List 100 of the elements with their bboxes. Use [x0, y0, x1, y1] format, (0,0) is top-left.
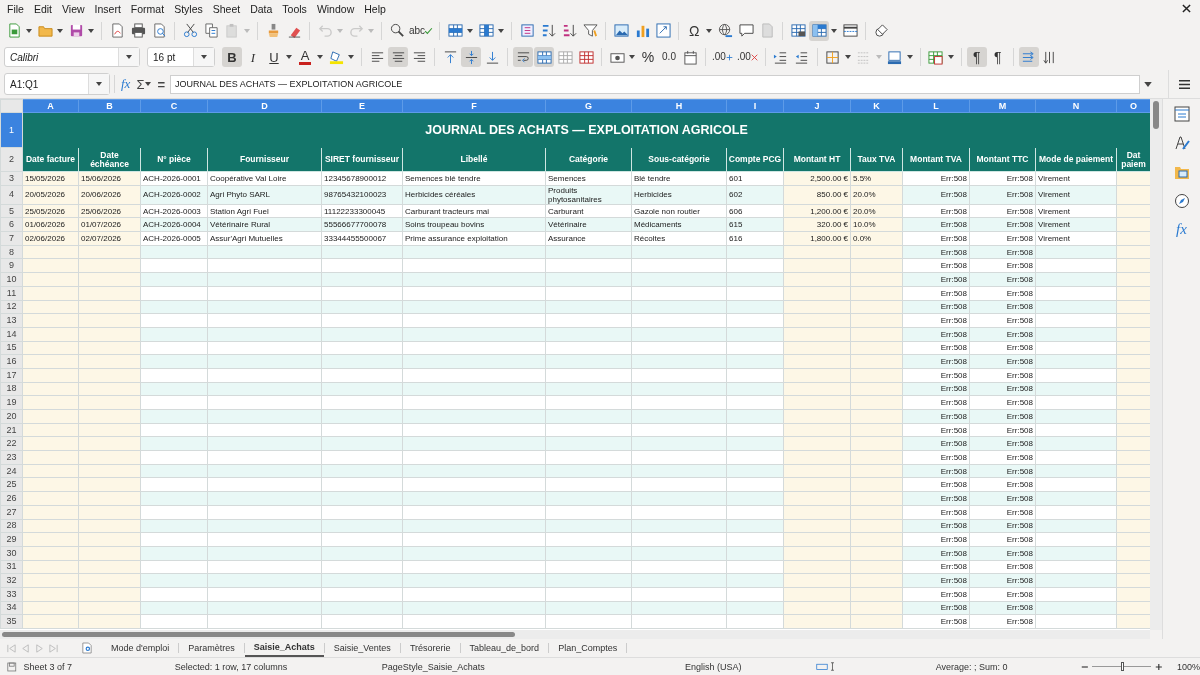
- special-character-button[interactable]: Ω: [684, 20, 705, 41]
- percent-button[interactable]: %: [638, 47, 658, 67]
- text-direction-icon[interactable]: [1018, 47, 1039, 67]
- menu-item[interactable]: Tools: [277, 2, 312, 15]
- selection-mode-icon[interactable]: [815, 661, 837, 672]
- vertical-scrollbar[interactable]: [1150, 99, 1162, 630]
- font-color-button[interactable]: A: [295, 47, 315, 67]
- sheet-tab[interactable]: Mode d'emploi: [102, 640, 179, 656]
- styles-icon[interactable]: [1173, 135, 1190, 151]
- column-header[interactable]: G: [545, 99, 632, 113]
- sheet-tab[interactable]: Paramètres: [179, 640, 244, 656]
- menu-item[interactable]: Styles: [169, 2, 208, 15]
- bold-button[interactable]: B: [222, 47, 242, 67]
- sheet-tab[interactable]: Saisie_Achats: [244, 639, 324, 657]
- gallery-icon[interactable]: [1173, 164, 1190, 180]
- row-header[interactable]: 2: [0, 147, 23, 172]
- merge-center-icon[interactable]: [534, 47, 554, 67]
- sheet-tab[interactable]: Plan_Comptes: [549, 640, 627, 656]
- column-header[interactable]: F: [402, 99, 546, 113]
- right-to-left-button[interactable]: ¶: [987, 47, 1008, 67]
- language[interactable]: English (USA): [610, 661, 816, 672]
- zoom-percent[interactable]: 100%: [1176, 661, 1200, 672]
- menu-item[interactable]: Data: [245, 2, 278, 15]
- column-header[interactable]: J: [783, 99, 851, 113]
- menu-item[interactable]: Window: [311, 2, 360, 15]
- function-wizard-button[interactable]: fx: [121, 76, 131, 92]
- navigator-icon[interactable]: [1173, 193, 1190, 209]
- table-cell: Blé tendre: [631, 171, 727, 186]
- caret-icon[interactable]: [125, 55, 132, 59]
- row-header[interactable]: 1: [0, 112, 23, 148]
- caret-icon[interactable]: [467, 28, 474, 33]
- table-cell: Err:508: [969, 231, 1036, 246]
- font-name-field[interactable]: Calibri: [4, 47, 140, 67]
- align-center-icon[interactable]: [388, 47, 408, 67]
- menu-item[interactable]: Insert: [89, 2, 126, 15]
- column-header[interactable]: O: [1116, 99, 1150, 113]
- caret-icon[interactable]: [831, 28, 838, 33]
- column-header[interactable]: H: [631, 99, 727, 113]
- sum-button[interactable]: Σ: [136, 76, 145, 92]
- delete-decimal-button[interactable]: .00: [735, 47, 760, 67]
- caret-icon[interactable]: [906, 55, 913, 59]
- caret-icon[interactable]: [947, 55, 954, 59]
- column-header[interactable]: E: [321, 99, 403, 113]
- column-header[interactable]: I: [726, 99, 784, 113]
- menu-item[interactable]: File: [2, 2, 29, 15]
- column-header[interactable]: C: [140, 99, 208, 113]
- menu-icon[interactable]: [1178, 78, 1192, 90]
- caret-icon[interactable]: [145, 82, 152, 86]
- sheet-tab[interactable]: Trésorerie: [400, 640, 460, 656]
- close-icon[interactable]: [1182, 4, 1191, 13]
- font-size-field[interactable]: 16 pt: [147, 47, 215, 67]
- column-header[interactable]: L: [902, 99, 970, 113]
- wrap-text-icon[interactable]: [513, 47, 533, 67]
- caret-icon[interactable]: [88, 28, 94, 33]
- column-header[interactable]: K: [850, 99, 903, 113]
- zoom-in-icon[interactable]: [1155, 662, 1163, 671]
- freeze-icon[interactable]: [809, 20, 830, 41]
- menu-item[interactable]: Help: [359, 2, 391, 15]
- number-format-button[interactable]: 0.0: [659, 47, 679, 67]
- column-header[interactable]: D: [207, 99, 322, 113]
- add-sheet-icon[interactable]: [82, 642, 92, 654]
- caret-icon[interactable]: [286, 55, 292, 59]
- column-header[interactable]: B: [78, 99, 141, 113]
- zoom-slider-thumb[interactable]: [1120, 662, 1124, 671]
- italic-button[interactable]: I: [243, 47, 263, 67]
- column-heading: Sous-catégorie: [631, 147, 727, 172]
- add-decimal-button[interactable]: .00: [711, 47, 735, 67]
- underline-button[interactable]: U: [264, 47, 284, 67]
- formula-button[interactable]: =: [157, 76, 166, 92]
- caret-icon[interactable]: [200, 55, 207, 59]
- column-header[interactable]: A: [22, 99, 79, 113]
- pivot-table-icon[interactable]: [653, 20, 674, 41]
- menu-item[interactable]: View: [57, 2, 90, 15]
- caret-icon[interactable]: [629, 55, 635, 59]
- caret-icon[interactable]: [498, 28, 505, 33]
- caret-icon[interactable]: [706, 28, 713, 33]
- align-middle-icon[interactable]: [461, 47, 481, 67]
- menu-item[interactable]: Edit: [28, 2, 57, 15]
- caret-icon[interactable]: [348, 55, 354, 59]
- properties-icon[interactable]: [1173, 106, 1190, 122]
- menu-item[interactable]: Format: [125, 2, 170, 15]
- left-to-right-button[interactable]: ¶: [966, 47, 987, 67]
- column-header[interactable]: N: [1035, 99, 1117, 113]
- menu-item[interactable]: Sheet: [207, 2, 246, 15]
- caret-icon[interactable]: [95, 82, 102, 86]
- caret-icon[interactable]: [57, 28, 63, 33]
- caret-icon[interactable]: [26, 28, 32, 33]
- name-box[interactable]: A1:Q1: [4, 73, 110, 95]
- expand-formula-icon[interactable]: [1144, 81, 1153, 87]
- sheet-tab[interactable]: Saisie_Ventes: [324, 640, 400, 656]
- caret-icon[interactable]: [317, 55, 323, 59]
- sheet-tab[interactable]: Tableau_de_bord: [460, 640, 549, 656]
- table-cell: Carburant tracteurs mai: [402, 204, 546, 218]
- cross-icon: [749, 52, 759, 62]
- horizontal-scrollbar[interactable]: [0, 630, 1150, 639]
- functions-button[interactable]: fx: [1176, 222, 1187, 237]
- column-header[interactable]: M: [969, 99, 1036, 113]
- formula-input[interactable]: JOURNAL DES ACHATS — EXPLOITATION AGRICOLE: [170, 74, 1141, 94]
- caret-icon[interactable]: [844, 55, 851, 59]
- spelling-button[interactable]: abc: [408, 20, 435, 41]
